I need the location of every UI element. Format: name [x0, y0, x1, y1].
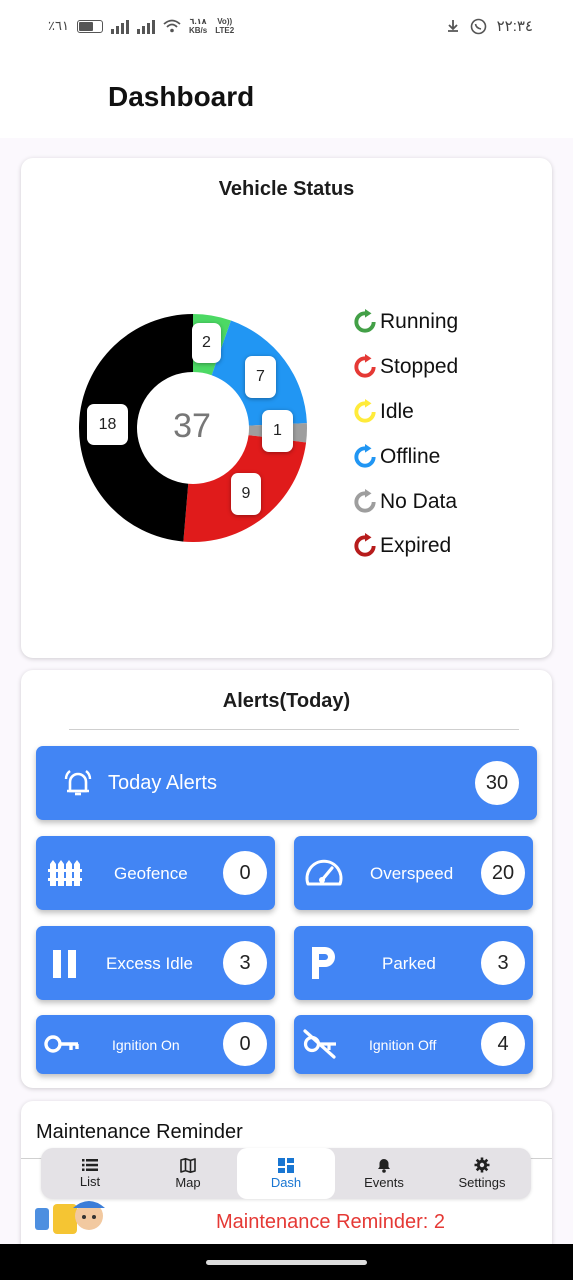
nav-item-list[interactable]: List	[41, 1148, 139, 1199]
nav-item-settings[interactable]: Settings	[433, 1148, 531, 1199]
home-gesture-handle[interactable]	[206, 1260, 367, 1265]
legend-label: Idle	[380, 399, 414, 423]
legend-label: Stopped	[380, 355, 459, 379]
speedometer-icon	[304, 856, 344, 890]
legend-item-stopped: Stopped	[352, 345, 458, 390]
segment-label-stopped: 9	[231, 473, 261, 515]
overspeed-button[interactable]: Overspeed 20	[294, 836, 533, 910]
legend-item-expired: Expired	[352, 524, 458, 569]
ignition-off-count: 4	[481, 1022, 525, 1066]
gear-icon	[474, 1157, 490, 1173]
parked-label: Parked	[382, 954, 436, 973]
today-alerts-count: 30	[475, 761, 519, 805]
system-navigation-bar	[0, 1244, 573, 1280]
legend-label: Expired	[380, 534, 452, 558]
refresh-icon	[354, 309, 376, 333]
excess-idle-count: 3	[223, 941, 267, 985]
excess-idle-button[interactable]: Excess Idle 3	[36, 926, 275, 1000]
maintenance-title: Maintenance Reminder	[36, 1121, 243, 1143]
legend-label: No Data	[380, 489, 458, 513]
segment-label-no-data: 1	[262, 410, 293, 452]
legend-item-offline: Offline	[352, 434, 458, 479]
status-bar: ٪٦١ ٦.١٨ KB/s Vo)) LTE2 ٢٢:٣٤	[0, 0, 573, 55]
page-title: Dashboard	[108, 81, 255, 112]
bottom-navigation: List Map Dash Events Settings	[41, 1148, 531, 1199]
status-right: ٢٢:٣٤	[446, 17, 533, 35]
parked-count: 3	[481, 941, 525, 985]
nav-label-events: Events	[364, 1175, 404, 1190]
maintenance-reminder-text: Maintenance Reminder: 2	[216, 1211, 446, 1233]
key-icon	[44, 1033, 80, 1055]
nav-label-map: Map	[175, 1174, 201, 1190]
clock: ٢٢:٣٤	[496, 18, 533, 35]
segment-label-running: 2	[192, 323, 221, 363]
bell-icon	[62, 766, 94, 800]
vehicle-status-legend: Running Stopped Idle Offline No Data Exp…	[352, 300, 458, 569]
geofence-count: 0	[223, 851, 267, 895]
battery-percent: ٪٦١	[48, 18, 69, 33]
refresh-icon	[354, 354, 376, 378]
download-icon	[447, 20, 458, 32]
parking-icon	[310, 946, 338, 980]
excess-idle-label: Excess Idle	[106, 954, 193, 973]
ignition-on-count: 0	[223, 1022, 267, 1066]
nav-label-settings: Settings	[458, 1175, 506, 1190]
alerts-divider	[69, 729, 519, 730]
pause-icon	[52, 950, 78, 978]
signal-2-icon	[136, 19, 155, 34]
key-off-icon	[302, 1029, 338, 1059]
today-alerts-button[interactable]: Today Alerts 30	[36, 746, 537, 820]
wifi-icon	[163, 19, 181, 33]
legend-label: Offline	[380, 444, 441, 468]
refresh-icon	[354, 443, 376, 468]
legend-item-running: Running	[352, 300, 458, 345]
ignition-on-label: Ignition On	[112, 1037, 180, 1053]
legend-item-no-data: No Data	[352, 479, 458, 524]
mechanic-illustration-icon	[35, 1201, 105, 1234]
overspeed-label: Overspeed	[370, 864, 454, 883]
nav-item-events[interactable]: Events	[335, 1148, 433, 1199]
nav-label-list: List	[79, 1174, 101, 1189]
map-icon	[180, 1157, 196, 1173]
net-speed: ٦.١٨ KB/s	[189, 17, 207, 35]
total-vehicles-count: 37	[173, 406, 211, 445]
volte-indicator: Vo)) LTE2	[215, 17, 234, 35]
list-icon	[82, 1159, 98, 1171]
status-left: ٪٦١ ٦.١٨ KB/s Vo)) LTE2	[48, 17, 234, 35]
refresh-icon	[354, 488, 376, 513]
parked-button[interactable]: Parked 3	[294, 926, 533, 1000]
fence-icon	[48, 858, 82, 888]
dashboard-icon	[278, 1157, 294, 1173]
nav-item-dash[interactable]: Dash	[237, 1148, 335, 1199]
segment-label-offline: 7	[245, 356, 276, 398]
battery-icon	[76, 19, 103, 33]
refresh-icon	[354, 533, 376, 557]
nav-item-map[interactable]: Map	[139, 1148, 237, 1199]
whatsapp-icon	[470, 18, 486, 34]
signal-icon	[110, 19, 129, 34]
geofence-button[interactable]: Geofence 0	[36, 836, 275, 910]
app-bar: Dashboard	[0, 55, 573, 138]
speed-unit: KB/s	[188, 26, 208, 35]
vehicle-status-title: Vehicle Status	[218, 178, 355, 200]
speed-value: ٦.١٨	[189, 17, 207, 26]
ignition-off-button[interactable]: Ignition Off 4	[294, 1015, 533, 1074]
bell-icon	[378, 1159, 390, 1173]
geofence-label: Geofence	[114, 864, 188, 883]
volte-top: Vo))	[217, 17, 233, 26]
segment-label-expired: 18	[87, 404, 128, 445]
refresh-icon	[354, 398, 376, 423]
today-alerts-label: Today Alerts	[108, 772, 217, 794]
alerts-title: Alerts(Today)	[222, 690, 351, 712]
volte-bottom: LTE2	[215, 26, 235, 35]
ignition-on-button[interactable]: Ignition On 0	[36, 1015, 275, 1074]
legend-item-idle: Idle	[352, 390, 458, 435]
ignition-off-label: Ignition Off	[369, 1037, 437, 1053]
overspeed-count: 20	[481, 851, 525, 895]
legend-label: Running	[380, 310, 459, 334]
nav-label-dash: Dash	[270, 1174, 302, 1190]
